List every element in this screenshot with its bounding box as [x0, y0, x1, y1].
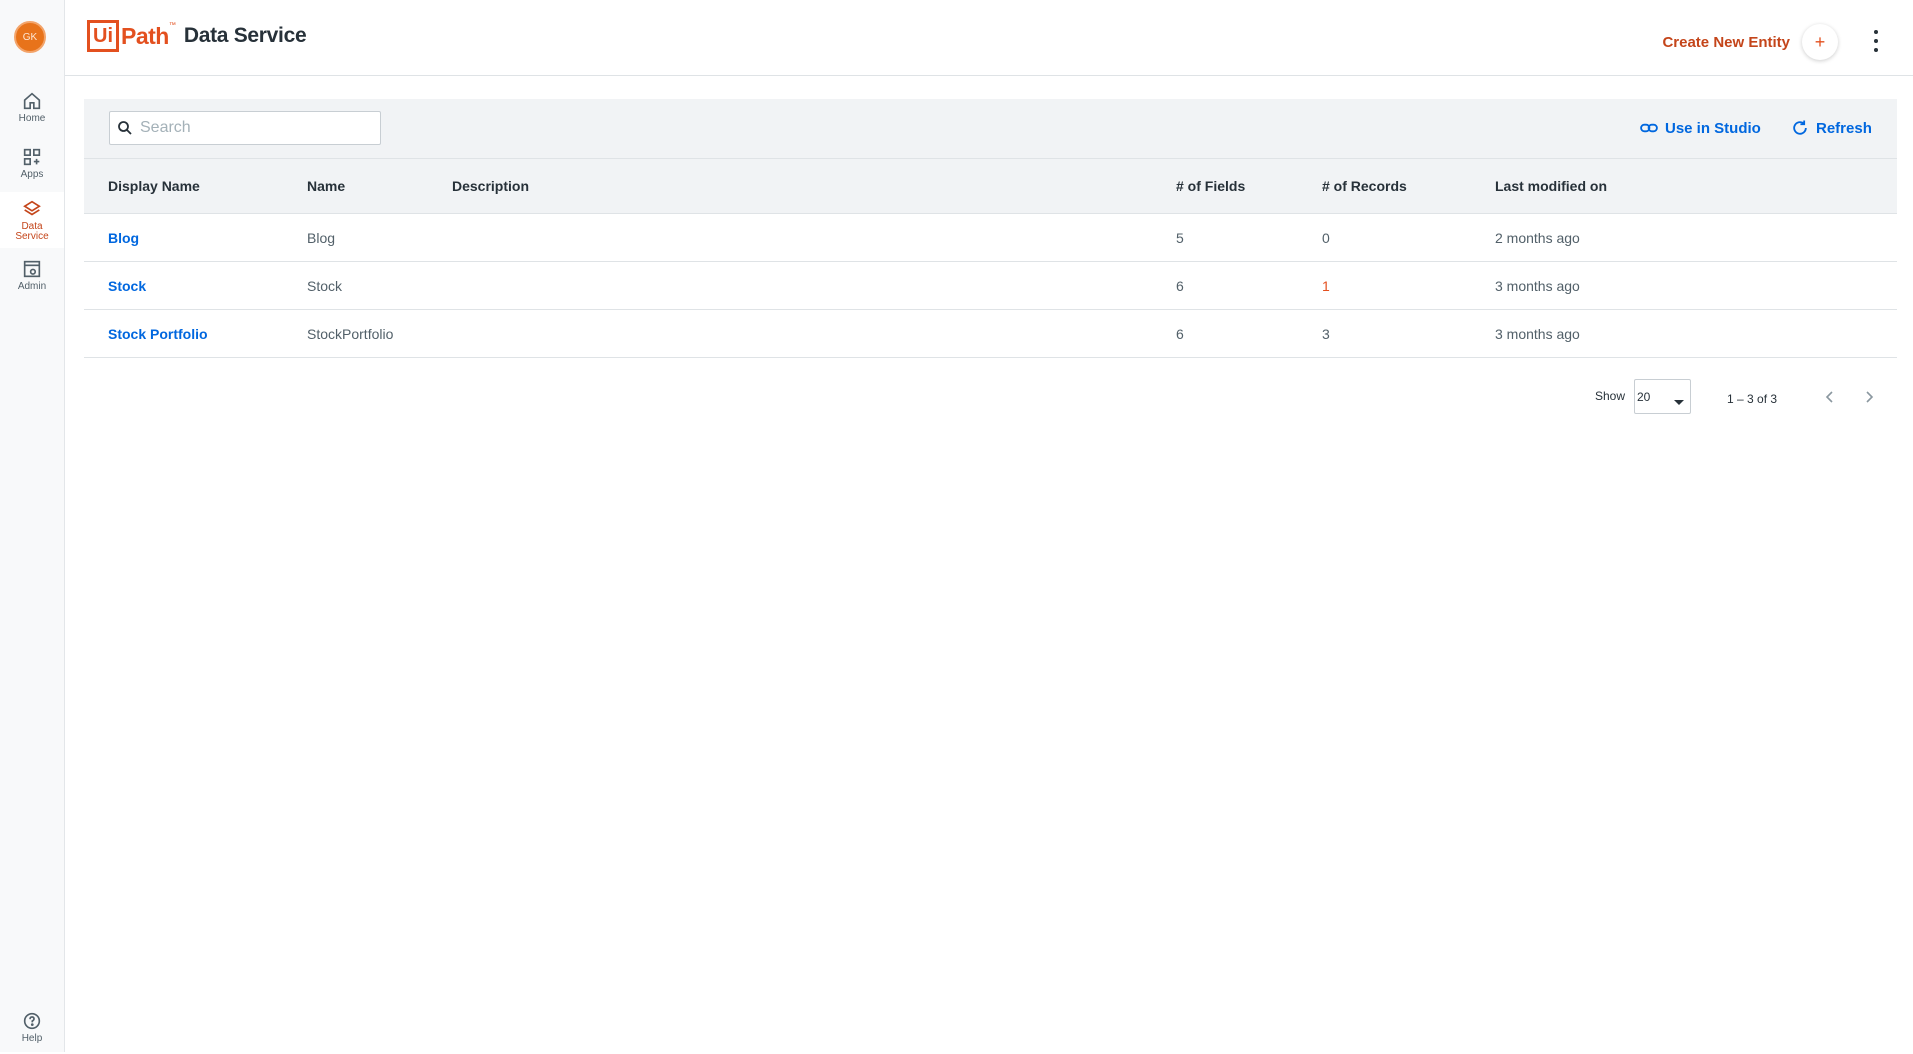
column-header-last-modified[interactable]: Last modified on — [1495, 159, 1607, 213]
logo-path-text: Path — [121, 22, 169, 49]
apps-icon — [23, 148, 41, 166]
entity-last-modified: 3 months ago — [1495, 325, 1580, 342]
create-new-entity-button[interactable]: Create New Entity + — [1662, 22, 1838, 62]
entity-display-name-link[interactable]: Stock Portfolio — [108, 310, 208, 357]
table-header: Display Name Name Description # of Field… — [84, 159, 1897, 214]
rail-item-home[interactable]: Home — [0, 80, 64, 134]
entity-last-modified: 2 months ago — [1495, 229, 1580, 246]
entity-fields-count: 6 — [1176, 325, 1184, 342]
layers-icon — [23, 200, 41, 216]
entities-table: Display Name Name Description # of Field… — [84, 159, 1897, 358]
refresh-label: Refresh — [1816, 119, 1872, 137]
entities-toolbar: Use in Studio Refresh — [84, 99, 1897, 159]
page-size-label: Show — [1595, 389, 1626, 403]
create-new-entity-label: Create New Entity — [1662, 33, 1790, 51]
uipath-logo[interactable]: Ui Path ™ Data Service — [87, 20, 307, 52]
search-box[interactable] — [109, 111, 381, 145]
rail-item-label: Home — [18, 113, 46, 124]
entity-records-count-link[interactable]: 1 — [1322, 262, 1330, 309]
rail-item-admin[interactable]: Admin — [0, 248, 64, 302]
table-row[interactable]: Stock Stock 6 1 3 months ago — [84, 262, 1897, 310]
entity-name: Blog — [307, 229, 336, 246]
chevron-left-icon[interactable] — [1822, 389, 1838, 405]
home-icon — [23, 92, 41, 110]
entity-name: StockPortfolio — [307, 325, 394, 342]
logo-trademark: ™ — [168, 22, 176, 29]
entity-name: Stock — [307, 277, 343, 294]
entity-display-name-link[interactable]: Stock — [108, 262, 146, 309]
entity-fields-count: 5 — [1176, 229, 1184, 246]
use-in-studio-label: Use in Studio — [1665, 119, 1761, 137]
rail-item-data-service[interactable]: Data Service — [0, 192, 64, 248]
column-header-display-name[interactable]: Display Name — [108, 159, 200, 213]
column-header-fields[interactable]: # of Fields — [1176, 159, 1245, 213]
page-range-text: 1 – 3 of 3 — [1727, 392, 1778, 406]
rail-item-label: Apps — [20, 169, 44, 180]
rail-item-label: Help — [21, 1033, 43, 1044]
help-icon — [23, 1012, 41, 1030]
column-header-records[interactable]: # of Records — [1322, 159, 1407, 213]
left-navigation-rail: GK Home Apps Data Service Admin Help — [0, 0, 65, 1052]
refresh-button[interactable]: Refresh — [1790, 118, 1872, 138]
page-size-select[interactable]: 20 — [1634, 379, 1691, 414]
caret-down-icon — [1674, 400, 1684, 405]
rail-item-help[interactable]: Help — [0, 1000, 64, 1054]
entity-last-modified: 3 months ago — [1495, 277, 1580, 294]
chevron-right-icon[interactable] — [1861, 389, 1877, 405]
table-row[interactable]: Stock Portfolio StockPortfolio 6 3 3 mon… — [84, 310, 1897, 358]
pagination: Show 20 1 – 3 of 3 — [1595, 379, 1895, 415]
logo-ui-box: Ui — [87, 20, 119, 52]
column-header-description[interactable]: Description — [452, 159, 529, 213]
entity-records-count: 3 — [1322, 325, 1330, 342]
search-icon — [118, 121, 132, 135]
entity-records-count: 0 — [1322, 229, 1330, 246]
rail-item-apps[interactable]: Apps — [0, 136, 64, 190]
product-title: Data Service — [183, 24, 307, 47]
entity-display-name-link[interactable]: Blog — [108, 214, 139, 261]
refresh-icon — [1793, 120, 1807, 135]
plus-icon: + — [1802, 24, 1838, 60]
column-header-name[interactable]: Name — [307, 159, 345, 213]
use-in-studio-button[interactable]: Use in Studio — [1639, 118, 1761, 138]
admin-icon — [23, 260, 41, 278]
table-row[interactable]: Blog Blog 5 0 2 months ago — [84, 214, 1897, 262]
rail-item-label: Data Service — [15, 221, 49, 242]
rail-item-label: Admin — [17, 281, 47, 292]
link-icon — [1640, 123, 1658, 133]
app-header: Ui Path ™ Data Service Create New Entity… — [65, 0, 1913, 76]
page-size-value: 20 — [1637, 389, 1651, 404]
entity-fields-count: 6 — [1176, 277, 1184, 294]
more-options-icon[interactable] — [1873, 30, 1879, 52]
user-avatar[interactable]: GK — [14, 21, 46, 53]
search-input[interactable] — [140, 119, 370, 137]
